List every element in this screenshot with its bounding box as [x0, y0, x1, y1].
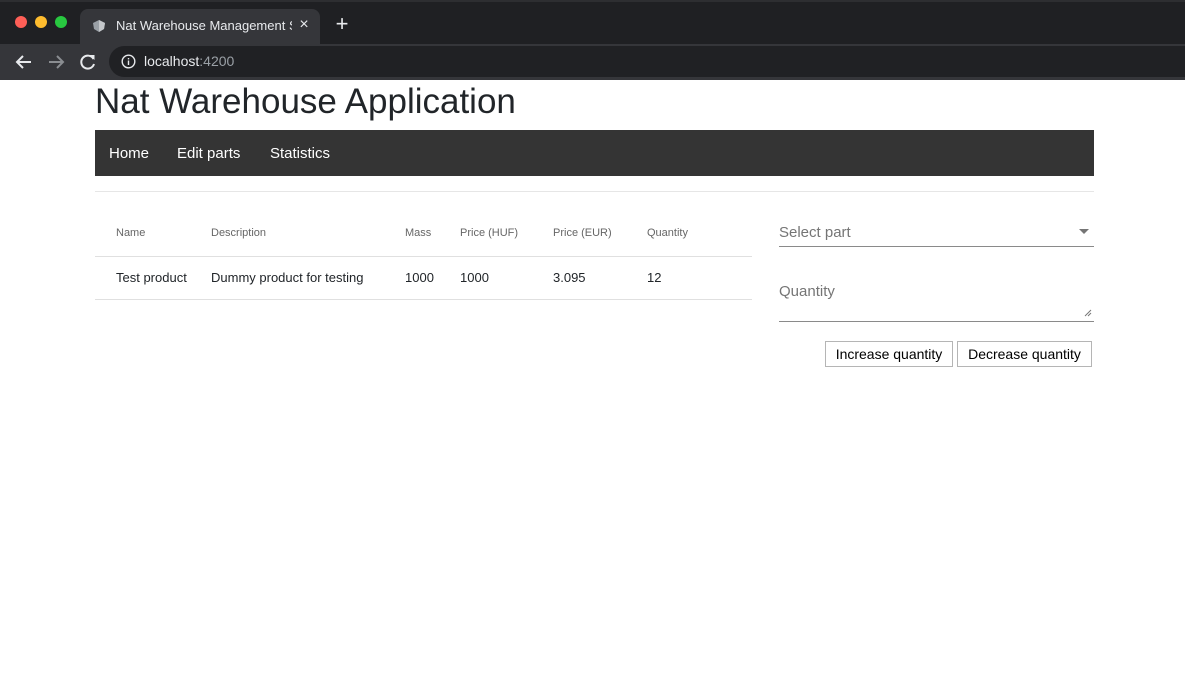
browser-tab-strip: Nat Warehouse Management S × + [0, 0, 1185, 44]
column-header-description[interactable]: Description [211, 211, 405, 257]
cell-quantity: 12 [647, 256, 752, 300]
dropdown-arrow-icon [1079, 229, 1089, 234]
column-header-quantity[interactable]: Quantity [647, 211, 752, 257]
decrease-quantity-button[interactable]: Decrease quantity [957, 341, 1092, 367]
url-text: localhost:4200 [144, 53, 234, 69]
nav-home-link[interactable]: Home [109, 145, 149, 162]
back-arrow-icon[interactable] [13, 51, 35, 73]
address-bar[interactable]: localhost:4200 [109, 46, 1185, 77]
angular-favicon-icon [93, 20, 105, 32]
quantity-field [779, 276, 1094, 322]
nav-edit-parts-link[interactable]: Edit parts [177, 145, 240, 162]
url-host: localhost [144, 53, 200, 69]
column-header-price-huf[interactable]: Price (HUF) [460, 211, 553, 257]
window-edge [0, 0, 1185, 2]
reload-icon[interactable] [77, 51, 99, 73]
select-part-dropdown[interactable]: Select part [779, 218, 1094, 247]
cell-name: Test product [95, 256, 211, 300]
select-part-label: Select part [779, 224, 851, 241]
close-tab-icon[interactable]: × [297, 17, 311, 33]
table-header-row: Name Description Mass Price (HUF) Price … [95, 211, 752, 257]
increase-quantity-button[interactable]: Increase quantity [825, 341, 953, 367]
tab-title: Nat Warehouse Management S [116, 18, 292, 33]
parts-table: Name Description Mass Price (HUF) Price … [95, 211, 752, 300]
browser-toolbar: localhost:4200 [0, 44, 1185, 80]
minimize-window-button[interactable] [35, 16, 47, 28]
maximize-window-button[interactable] [55, 16, 67, 28]
page-title: Nat Warehouse Application [95, 82, 516, 121]
quantity-input[interactable] [779, 276, 1094, 321]
nav-statistics-link[interactable]: Statistics [270, 145, 330, 162]
site-info-icon[interactable] [121, 54, 136, 69]
cell-price-huf: 1000 [460, 256, 553, 300]
forward-arrow-icon[interactable] [45, 51, 67, 73]
page-content: Nat Warehouse Application Home Edit part… [0, 80, 1185, 693]
cell-price-eur: 3.095 [553, 256, 647, 300]
column-header-price-eur[interactable]: Price (EUR) [553, 211, 647, 257]
divider [95, 191, 1094, 192]
cell-mass: 1000 [405, 256, 460, 300]
browser-tab[interactable]: Nat Warehouse Management S × [80, 9, 320, 44]
new-tab-icon[interactable]: + [333, 13, 351, 35]
url-port: :4200 [199, 53, 235, 69]
close-window-button[interactable] [15, 16, 27, 28]
cell-description: Dummy product for testing [211, 256, 405, 300]
table-row[interactable]: Test product Dummy product for testing 1… [95, 256, 752, 300]
resize-handle-icon[interactable] [1084, 309, 1092, 317]
column-header-mass[interactable]: Mass [405, 211, 460, 257]
main-navbar: Home Edit parts Statistics [95, 130, 1094, 176]
column-header-name[interactable]: Name [95, 211, 211, 257]
